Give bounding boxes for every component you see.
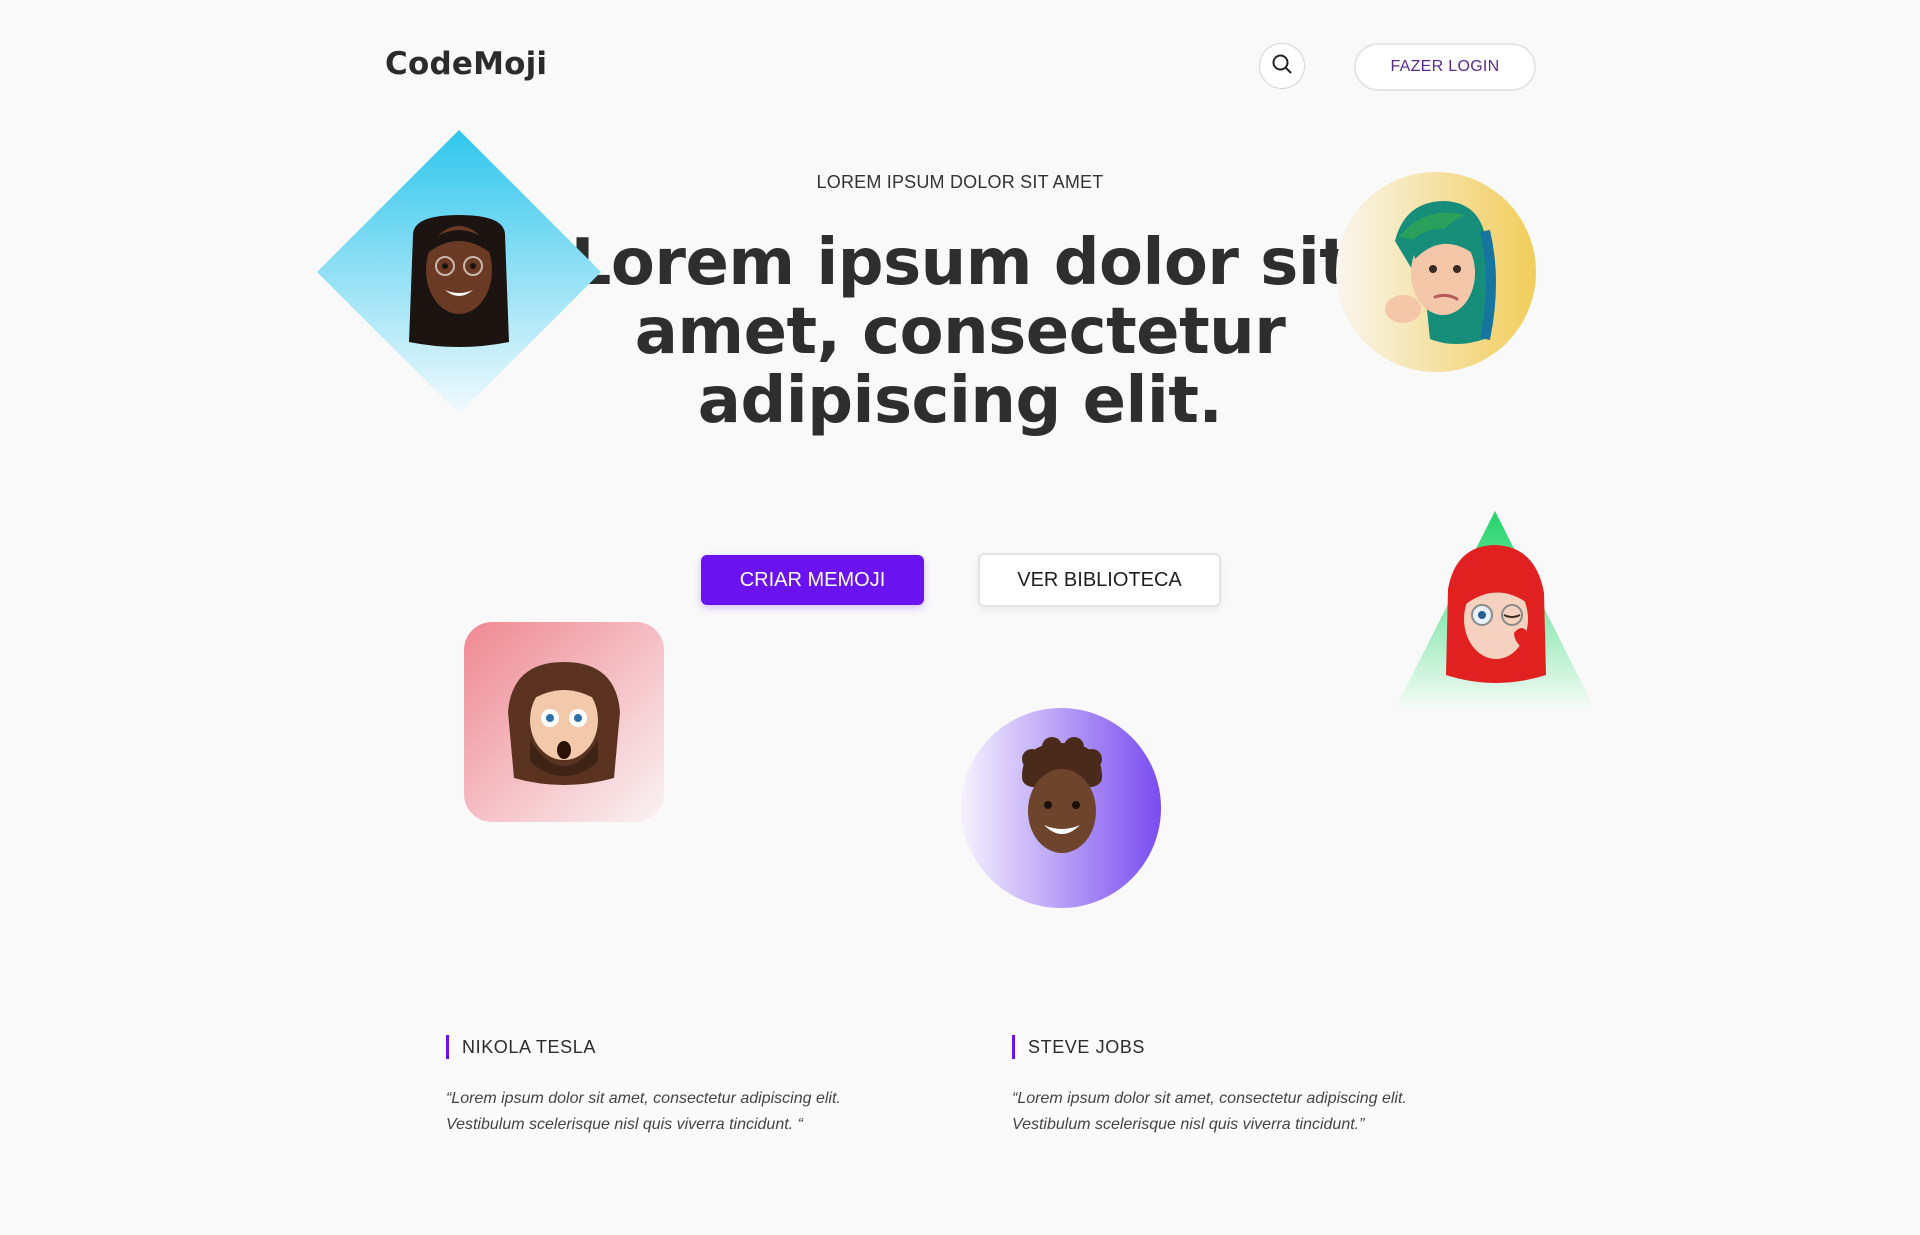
- accent-bar: [1012, 1035, 1015, 1059]
- testimonial-author: NIKOLA TESLA: [446, 1035, 906, 1059]
- memoji-avatar-4: [508, 662, 620, 785]
- testimonial-author: STEVE JOBS: [1012, 1035, 1472, 1059]
- memoji-avatar-1: [409, 215, 509, 347]
- testimonial-quote: “Lorem ipsum dolor sit amet, consectetur…: [1012, 1090, 1407, 1133]
- testimonial-card: STEVE JOBS “Lorem ipsum dolor sit amet, …: [1012, 1035, 1472, 1138]
- testimonial-author-name: STEVE JOBS: [1028, 1036, 1146, 1057]
- testimonial-card: NIKOLA TESLA “Lorem ipsum dolor sit amet…: [446, 1035, 906, 1138]
- hero-headline: Lorem ipsum dolor sit amet, consectetur …: [570, 226, 1350, 438]
- testimonial-quote: “Lorem ipsum dolor sit amet, consectetur…: [446, 1090, 841, 1133]
- circle-gold-memoji-card: [1335, 171, 1537, 373]
- testimonials-section: NIKOLA TESLA “Lorem ipsum dolor sit amet…: [385, 975, 1535, 1235]
- search-button[interactable]: [1259, 43, 1305, 89]
- login-button[interactable]: FAZER LOGIN: [1354, 43, 1536, 91]
- search-icon: [1271, 53, 1293, 79]
- accent-bar: [446, 1035, 449, 1059]
- memoji-avatar-3: [1446, 545, 1546, 683]
- testimonial-author-name: NIKOLA TESLA: [462, 1036, 596, 1057]
- triangle-memoji-card: [1396, 509, 1596, 709]
- view-library-button[interactable]: VER BIBLIOTECA: [978, 553, 1221, 607]
- circle-purple-memoji-card: [960, 707, 1162, 909]
- hero-eyebrow: LOREM IPSUM DOLOR SIT AMET: [816, 172, 1104, 192]
- diamond-memoji-card: [317, 130, 602, 415]
- square-pink-memoji-card: [464, 622, 664, 822]
- logo[interactable]: CodeMoji: [385, 46, 547, 82]
- create-memoji-button[interactable]: CRIAR MEMOJI: [701, 555, 924, 605]
